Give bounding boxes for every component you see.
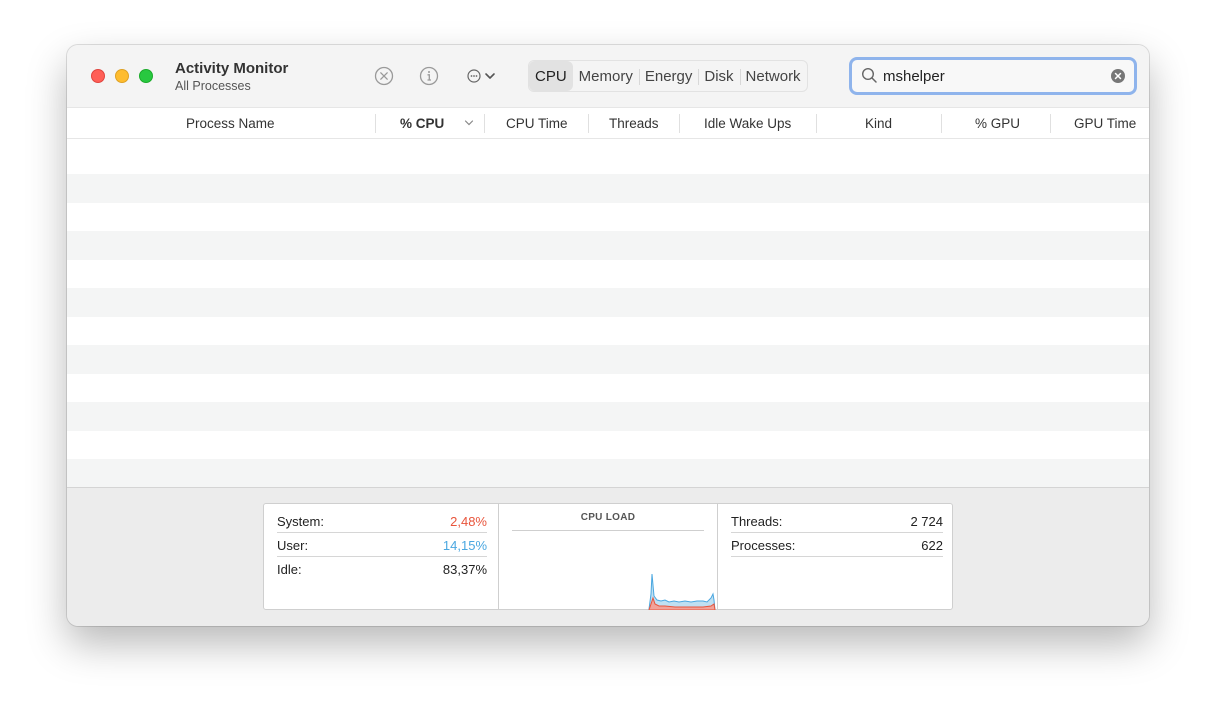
threads-label: Threads: <box>731 513 783 529</box>
column-process-name[interactable]: Process Name <box>186 108 275 138</box>
threads-value: 2 724 <box>910 513 943 529</box>
info-icon <box>419 66 439 86</box>
process-table[interactable] <box>67 139 1149 488</box>
window-subtitle[interactable]: All Processes <box>175 79 251 93</box>
system-value: 2,48% <box>450 513 487 529</box>
minimize-window-button[interactable] <box>115 69 129 83</box>
table-row <box>67 288 1149 317</box>
table-header: Process Name % CPU CPU Time Threads Idle… <box>67 107 1149 139</box>
toolbar: Activity Monitor All Processes CPU Memor… <box>67 45 1149 107</box>
cpu-load-title: CPU LOAD <box>580 512 636 523</box>
processes-label: Processes: <box>731 537 796 553</box>
view-tabs: CPU Memory Energy Disk Network <box>528 60 808 92</box>
process-count-box: Threads: 2 724 Processes: 622 <box>718 504 954 609</box>
more-options-icon <box>467 69 495 83</box>
window-title: Activity Monitor <box>175 60 289 77</box>
system-label: System: <box>277 513 324 529</box>
table-row <box>67 345 1149 374</box>
search-field[interactable] <box>849 57 1137 95</box>
stop-process-button[interactable] <box>373 65 395 87</box>
column-cpu-percent[interactable]: % CPU <box>400 108 444 138</box>
tab-cpu[interactable]: CPU <box>529 61 573 91</box>
sort-chevron[interactable] <box>464 108 474 138</box>
user-label: User: <box>277 537 309 553</box>
tab-network[interactable]: Network <box>739 61 807 91</box>
cpu-load-box: CPU LOAD <box>499 504 718 610</box>
column-gpu-percent[interactable]: % GPU <box>975 108 1020 138</box>
user-row: User: 14,15% <box>277 534 487 557</box>
table-row <box>67 459 1149 488</box>
processes-value: 622 <box>921 537 943 553</box>
tab-energy[interactable]: Energy <box>638 61 699 91</box>
chevron-down-icon <box>464 120 474 126</box>
tab-memory[interactable]: Memory <box>573 61 639 91</box>
column-threads[interactable]: Threads <box>609 108 659 138</box>
idle-row: Idle: 83,37% <box>277 558 487 581</box>
processes-row: Processes: 622 <box>731 534 943 557</box>
system-row: System: 2,48% <box>277 510 487 533</box>
clear-search-icon[interactable] <box>1110 68 1126 84</box>
column-idle-wake-ups[interactable]: Idle Wake Ups <box>704 108 791 138</box>
cpu-summary-area: System: 2,48% User: 14,15% Idle: 83,37% … <box>67 487 1149 626</box>
table-row <box>67 174 1149 203</box>
cpu-stats-panel: System: 2,48% User: 14,15% Idle: 83,37% … <box>263 503 953 610</box>
search-icon <box>861 67 877 83</box>
close-window-button[interactable] <box>91 69 105 83</box>
idle-value: 83,37% <box>442 562 487 577</box>
column-cpu-time[interactable]: CPU Time <box>506 108 568 138</box>
threads-row: Threads: 2 724 <box>731 510 943 533</box>
table-row <box>67 231 1149 260</box>
table-row <box>67 402 1149 431</box>
inspect-process-button[interactable] <box>418 65 440 87</box>
column-gpu-time[interactable]: GPU Time <box>1074 108 1136 138</box>
column-kind[interactable]: Kind <box>865 108 892 138</box>
cpu-load-graph <box>648 573 716 610</box>
more-options-button[interactable] <box>465 65 501 87</box>
user-value: 14,15% <box>442 537 487 553</box>
tab-disk[interactable]: Disk <box>698 61 739 91</box>
activity-monitor-window: Activity Monitor All Processes CPU Memor… <box>67 45 1149 626</box>
zoom-window-button[interactable] <box>139 69 153 83</box>
cpu-usage-box: System: 2,48% User: 14,15% Idle: 83,37% <box>264 504 499 609</box>
stop-process-icon <box>374 66 394 86</box>
search-input[interactable] <box>883 65 1103 87</box>
idle-label: Idle: <box>277 562 302 577</box>
